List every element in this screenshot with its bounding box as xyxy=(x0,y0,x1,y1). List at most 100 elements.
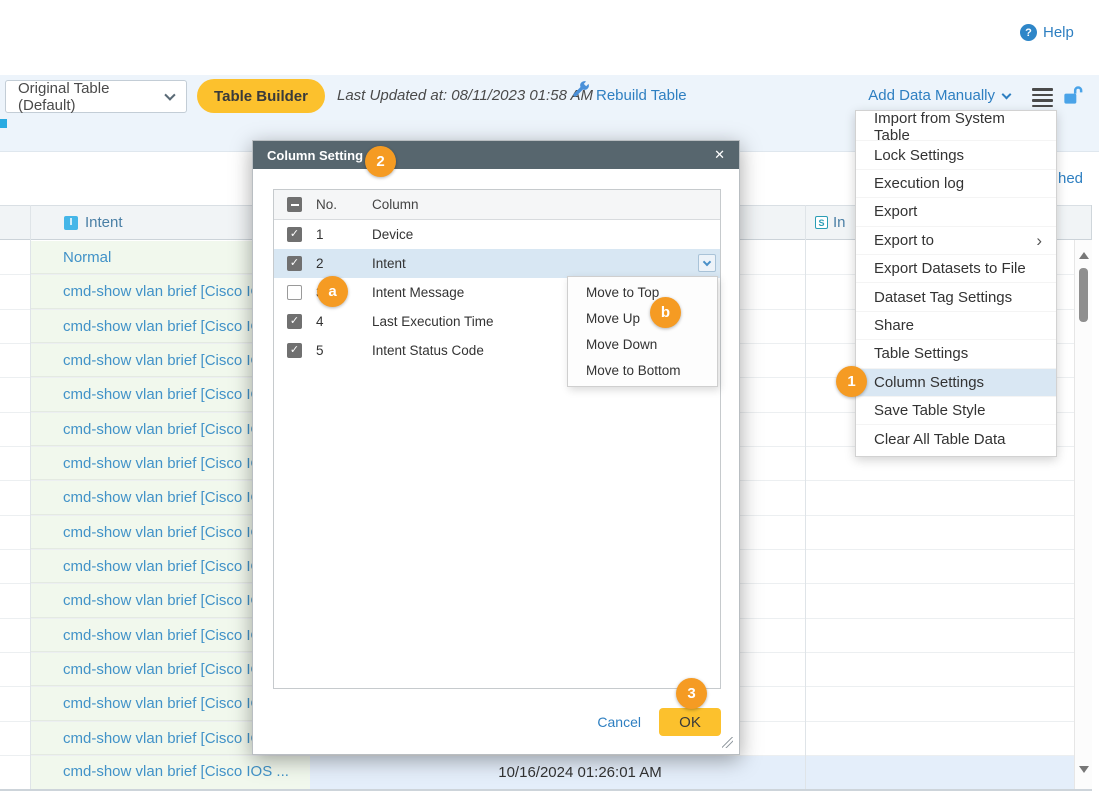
column-name: Intent xyxy=(372,256,720,271)
help-link[interactable]: ? Help xyxy=(1020,24,1074,41)
annotation-badge-1: 1 xyxy=(836,366,867,397)
last-updated-text: Last Updated at: 08/11/2023 01:58 AM xyxy=(337,87,593,104)
menu-item[interactable]: Save Table Style › xyxy=(856,397,1056,425)
menu-item-label: Save Table Style xyxy=(874,402,985,419)
move-context-menu: Move to Top Move Up Move Down Move to Bo… xyxy=(567,276,718,387)
context-menu-item[interactable]: Move to Bottom xyxy=(568,357,717,383)
context-menu-item-label: Move to Top xyxy=(586,285,659,300)
menu-item-label: Table Settings xyxy=(874,345,968,362)
intent-cell: cmd-show vlan brief [Cisco IOS ... xyxy=(30,756,310,789)
help-icon: ? xyxy=(1020,24,1037,41)
menu-item[interactable]: Export to › xyxy=(856,227,1056,255)
no-column-header: No. xyxy=(316,197,372,212)
column-column-header: Column xyxy=(372,197,720,212)
column-divider xyxy=(805,205,806,790)
left-edge-marker xyxy=(0,119,7,128)
last-execution-time-cell: 10/16/2024 01:26:01 AM xyxy=(330,756,830,789)
menu-item[interactable]: Dataset Tag Settings › xyxy=(856,283,1056,311)
column-checkbox[interactable] xyxy=(287,227,302,242)
column-list-table: No. Column 1 Device 2 Intent xyxy=(273,189,721,689)
intent-cell-link[interactable]: cmd-show vlan brief [Cisco IOS ... xyxy=(30,756,310,788)
rebuild-table-link[interactable]: Rebuild Table xyxy=(596,87,687,104)
dialog-header[interactable]: Column Setting ✕ xyxy=(253,141,739,169)
menu-item[interactable]: Table Settings › xyxy=(856,340,1056,368)
column-checkbox[interactable] xyxy=(287,285,302,300)
table-builder-button[interactable]: Table Builder xyxy=(197,79,325,113)
menu-item-label: Lock Settings xyxy=(874,147,964,164)
intent-type-icon: I xyxy=(64,216,78,230)
column-setting-dialog: Column Setting ✕ No. Column 1 Device xyxy=(252,140,740,755)
column-number: 2 xyxy=(316,256,372,271)
menu-item[interactable]: Column Settings › xyxy=(856,369,1056,397)
app-window: ? Help Original Table (Default) Table Bu… xyxy=(0,0,1099,807)
menu-item[interactable]: Lock Settings › xyxy=(856,141,1056,169)
column-name: Device xyxy=(372,227,720,242)
intent-column-label: Intent xyxy=(85,214,123,231)
menu-item-label: Column Settings xyxy=(874,374,984,391)
menu-item[interactable]: Export Datasets to File › xyxy=(856,255,1056,283)
partial-hidden-link[interactable]: hed xyxy=(1058,170,1083,187)
context-menu-item-label: Move Down xyxy=(586,337,657,352)
resize-handle[interactable] xyxy=(722,737,733,748)
string-type-icon: S xyxy=(815,216,828,229)
wrench-icon xyxy=(572,80,590,103)
context-menu-item[interactable]: Move Up xyxy=(568,306,717,332)
column-number: 1 xyxy=(316,227,372,242)
context-menu-item-label: Move Up xyxy=(586,311,640,326)
menu-item-label: Export to xyxy=(874,232,934,249)
table-style-selected-value: Original Table (Default) xyxy=(18,80,166,114)
menu-item-label: Execution log xyxy=(874,175,964,192)
column-row[interactable]: 2 Intent xyxy=(274,249,720,278)
menu-item[interactable]: Share › xyxy=(856,312,1056,340)
context-menu-item[interactable]: Move Down xyxy=(568,332,717,358)
chevron-down-icon xyxy=(703,257,711,265)
menu-item[interactable]: Import from System Table › xyxy=(856,113,1056,141)
annotation-badge-b: b xyxy=(650,297,681,328)
column-list-header: No. Column xyxy=(274,190,720,220)
context-menu-item[interactable]: Move to Top xyxy=(568,280,717,306)
menu-item[interactable]: Clear All Table Data › xyxy=(856,425,1056,453)
dialog-footer: Cancel OK xyxy=(597,708,721,736)
dialog-title: Column Setting xyxy=(267,148,363,163)
annotation-badge-2: 2 xyxy=(365,146,396,177)
menu-item-label: Dataset Tag Settings xyxy=(874,289,1012,306)
cancel-button[interactable]: Cancel xyxy=(597,714,641,730)
menu-item[interactable]: Execution log › xyxy=(856,170,1056,198)
column-number: 5 xyxy=(316,343,372,358)
scrollbar-down-icon[interactable] xyxy=(1079,766,1089,773)
menu-item-label: Export Datasets to File xyxy=(874,260,1026,277)
column-checkbox[interactable] xyxy=(287,343,302,358)
column-checkbox[interactable] xyxy=(287,256,302,271)
table-bottom-border xyxy=(0,789,1092,791)
column-divider xyxy=(30,205,31,790)
row-actions-dropdown-button[interactable] xyxy=(698,254,716,272)
menu-item[interactable]: Export › xyxy=(856,198,1056,226)
vertical-scrollbar[interactable] xyxy=(1074,240,1092,789)
column-row[interactable]: 1 Device xyxy=(274,220,720,249)
hamburger-menu-icon[interactable] xyxy=(1032,88,1053,110)
menu-item-label: Import from System Table xyxy=(874,110,1042,144)
scrollbar-thumb[interactable] xyxy=(1079,268,1088,322)
unlock-icon[interactable] xyxy=(1061,84,1084,112)
annotation-badge-3: 3 xyxy=(676,678,707,709)
annotation-badge-a: a xyxy=(317,276,348,307)
table-row-last: cmd-show vlan brief [Cisco IOS ... 10/16… xyxy=(0,756,1074,789)
close-icon[interactable]: ✕ xyxy=(714,147,725,163)
table-style-select[interactable]: Original Table (Default) xyxy=(5,80,187,113)
intent-column-header[interactable]: I Intent xyxy=(64,206,123,239)
scrollbar-up-icon[interactable] xyxy=(1079,252,1089,259)
column-checkbox[interactable] xyxy=(287,314,302,329)
select-all-checkbox[interactable] xyxy=(287,197,302,212)
menu-item-label: Export xyxy=(874,203,917,220)
menu-item-label: Share xyxy=(874,317,914,334)
help-label: Help xyxy=(1043,24,1074,41)
table-options-menu: Import from System Table › Lock Settings… xyxy=(855,110,1057,457)
column-number: 4 xyxy=(316,314,372,329)
context-menu-item-label: Move to Bottom xyxy=(586,363,681,378)
ok-button[interactable]: OK xyxy=(659,708,721,736)
add-data-manually-dropdown[interactable]: Add Data Manually xyxy=(855,87,1010,104)
status-column-label: In xyxy=(833,214,846,231)
status-column-header[interactable]: S In xyxy=(815,206,846,239)
submenu-arrow-icon: › xyxy=(1036,232,1042,249)
menu-item-label: Clear All Table Data xyxy=(874,431,1005,448)
